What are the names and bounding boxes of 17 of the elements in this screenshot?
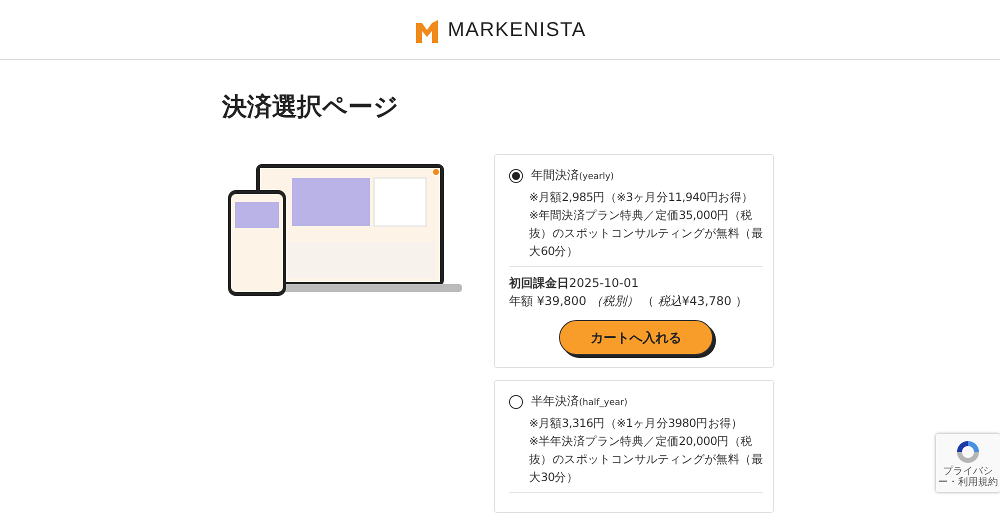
plan-note: ※年間決済プラン特典／定価35,000円（税抜）のスポットコンサルティングが無料（最大60分） [529, 207, 763, 260]
logo-text[interactable]: MARKENISTA [448, 19, 586, 42]
first-billing-date: 初回課金日2025-10-01 [509, 275, 640, 292]
plan-name: 半年決済(half_year) [531, 393, 628, 410]
recaptcha-links[interactable]: プライバシー・利用規約 [938, 466, 998, 488]
add-to-cart-button[interactable]: カートへ入れる [559, 320, 713, 355]
recaptcha-badge[interactable]: プライバシー・利用規約 [936, 434, 1000, 492]
plan-name: 年間決済(yearly) [531, 167, 614, 184]
logo-icon [414, 18, 440, 42]
annual-price: 年額 ¥39,800 （税別） （ 税込¥43,780 ） [509, 293, 748, 310]
radio-button[interactable] [509, 168, 523, 182]
plan-note: ※月額2,985円（※3ヶ月分11,940円お得） [529, 189, 754, 206]
recaptcha-icon [954, 438, 982, 466]
radio-button[interactable] [509, 394, 523, 408]
plan-note: ※月額3,316円（※1ヶ月分3980円お得） [529, 415, 744, 432]
plan-note: ※半年決済プラン特典／定価20,000円（税抜）のスポットコンサルティングが無料（最大30分） [529, 433, 763, 486]
page-title: 決済選択ページ [222, 91, 400, 123]
